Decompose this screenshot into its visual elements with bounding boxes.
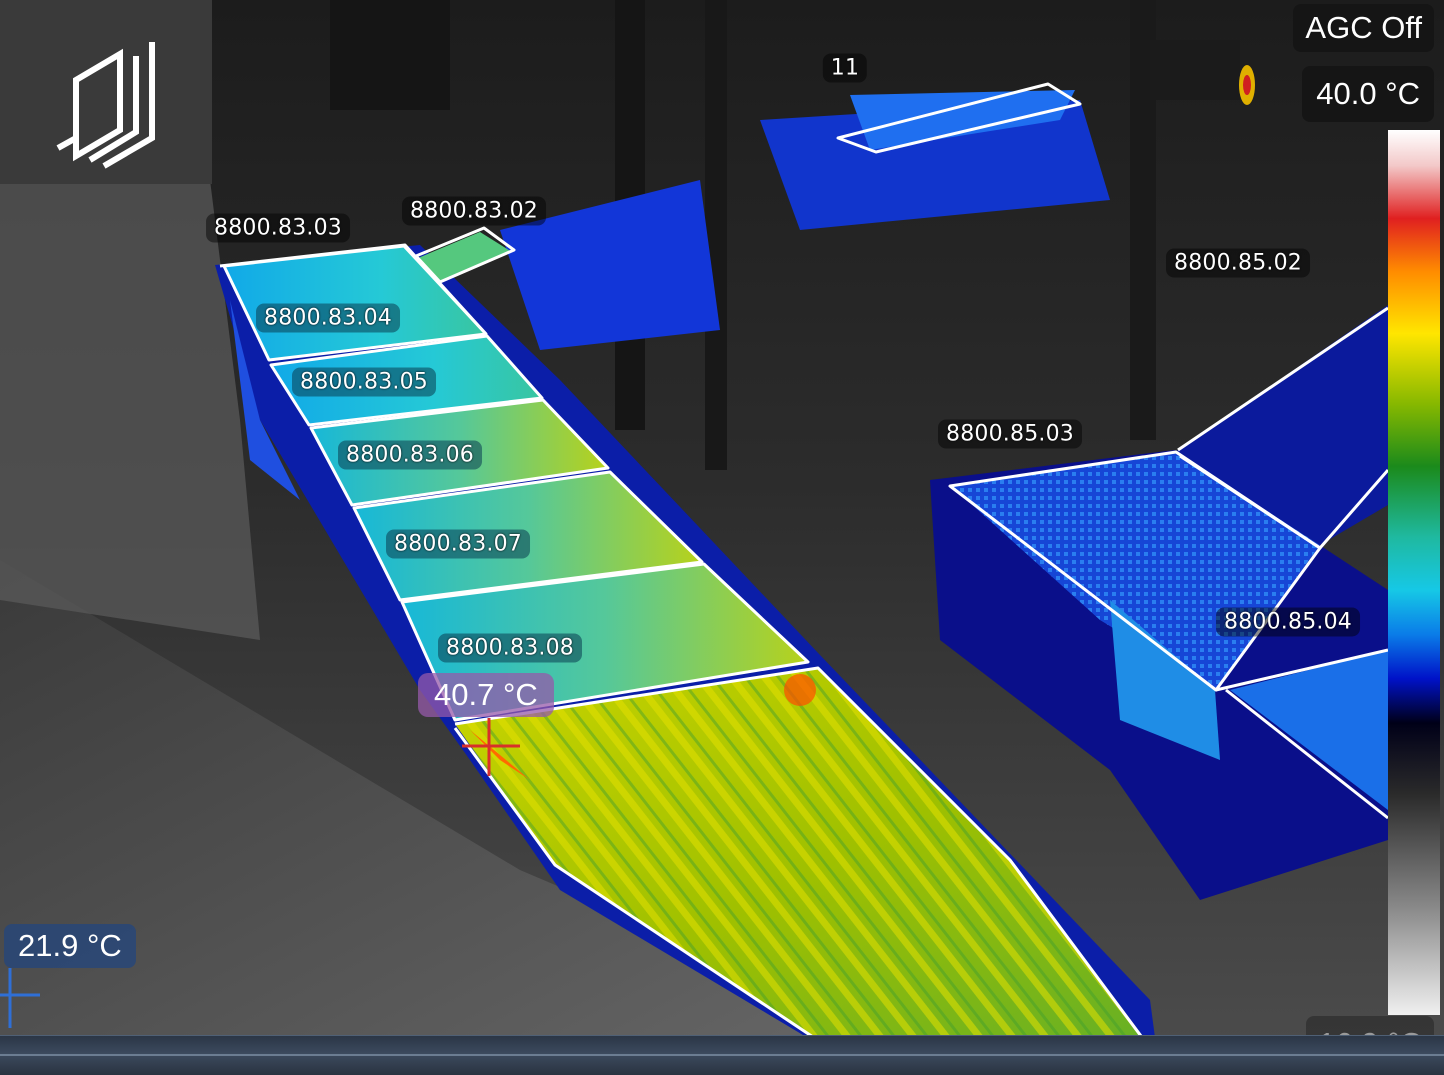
hotspot-temp-readout: 40.7 °C	[418, 673, 554, 717]
brand-logo-icon	[56, 42, 155, 169]
roi-label-8800-83-07[interactable]: 8800.83.07	[386, 529, 530, 559]
brand-logo	[56, 42, 155, 169]
thermal-image	[0, 0, 1444, 1075]
roi-label-8800-85-04[interactable]: 8800.85.04	[1216, 607, 1360, 637]
scale-max-temp: 40.0 °C	[1302, 66, 1434, 122]
roi-label-8800-83-06[interactable]: 8800.83.06	[338, 440, 482, 470]
coldspot-temp-readout: 21.9 °C	[4, 924, 136, 968]
roi-label-8800-83-04[interactable]: 8800.83.04	[256, 303, 400, 333]
temperature-scale-bar	[1388, 130, 1440, 1015]
roi-label-8800-85-02[interactable]: 8800.85.02	[1166, 248, 1310, 278]
roi-label-8800-83-08[interactable]: 8800.83.08	[438, 633, 582, 663]
roi-label-8800-83-03[interactable]: 8800.83.03	[206, 213, 350, 243]
roi-label-8800-83-05[interactable]: 8800.83.05	[292, 367, 436, 397]
bottom-toolbar-strip	[0, 1035, 1444, 1075]
roi-label-11[interactable]: 11	[822, 53, 868, 83]
roi-label-8800-83-02[interactable]: 8800.83.02	[402, 196, 546, 226]
roi-label-8800-85-03[interactable]: 8800.85.03	[938, 419, 1082, 449]
thermal-image-viewer: 11 8800.83.02 8800.83.03 8800.83.04 8800…	[0, 0, 1444, 1075]
agc-toggle[interactable]: AGC Off	[1293, 4, 1434, 52]
